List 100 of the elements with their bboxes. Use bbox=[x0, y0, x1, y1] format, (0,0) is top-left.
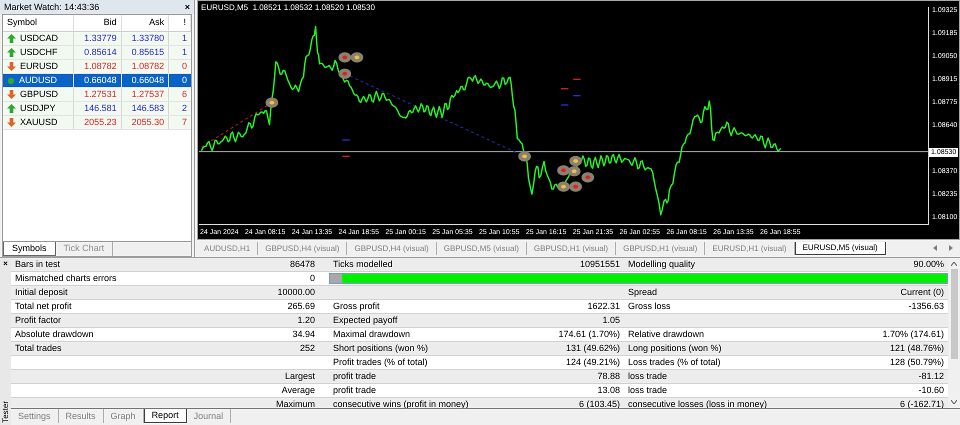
symbol-row[interactable]: XAUUSD 2055.23 2055.30 7 bbox=[3, 116, 191, 130]
stat-value: 1622.31 bbox=[587, 300, 620, 313]
stat-label: Maximal drawdown bbox=[333, 328, 410, 341]
trade-marker-icon bbox=[557, 165, 570, 176]
column-header[interactable]: Ask bbox=[122, 15, 170, 31]
bid-price: 2055.23 bbox=[74, 116, 122, 129]
trade-marker-icon bbox=[518, 151, 531, 162]
chart-title: EURUSD,M5 1.08521 1.08532 1.08520 1.08530 bbox=[201, 4, 375, 12]
stat-label: Gross profit bbox=[333, 300, 380, 313]
stat-value: 10000.00 bbox=[277, 286, 315, 299]
bid-price: 0.85614 bbox=[74, 46, 122, 59]
stat-value: 86478 bbox=[290, 258, 315, 271]
symbol-name: USDJPY bbox=[20, 102, 56, 115]
bid-price: 146.581 bbox=[74, 102, 122, 115]
ask-price: 1.08782 bbox=[122, 60, 170, 73]
stat-label: Total trades bbox=[15, 342, 62, 355]
ask-price: 0.66048 bbox=[122, 74, 170, 87]
chart-tab[interactable]: GBPUSD,H4 (visual) bbox=[347, 242, 437, 255]
stat-value: -1356.63 bbox=[908, 300, 944, 313]
stat-value: -10.60 bbox=[918, 384, 944, 397]
ask-price: 1.33780 bbox=[122, 32, 170, 45]
spread-value: 0 bbox=[180, 74, 188, 87]
stat-label: Short positions (won %) bbox=[333, 342, 428, 355]
symbol-name: USDCHF bbox=[20, 46, 58, 59]
symbol-row[interactable]: USDCAD 1.33779 1.33780 1 bbox=[3, 32, 191, 46]
symbol-name: USDCAD bbox=[20, 32, 58, 45]
symbol-row[interactable]: GBPUSD 1.27531 1.27537 6 bbox=[3, 88, 191, 102]
chart-tab[interactable]: EURUSD,M5 (visual) bbox=[794, 242, 886, 255]
spread-value: 6 bbox=[180, 88, 188, 101]
symbol-row[interactable]: USDCHF 0.85614 0.85615 1 bbox=[3, 46, 191, 60]
stat-label: Modelling quality bbox=[628, 258, 696, 271]
stat-label: Spread bbox=[628, 286, 658, 299]
stat-label: loss trade bbox=[628, 370, 668, 383]
scroll-down-icon[interactable] bbox=[951, 400, 957, 404]
trade-marker-icon bbox=[350, 52, 364, 63]
symbol-row[interactable]: AUDUSD 0.66048 0.66048 0 bbox=[3, 74, 191, 88]
stat-value: 1.20 bbox=[297, 314, 315, 327]
stat-value: 34.94 bbox=[292, 328, 315, 341]
stat-label: profit trade bbox=[333, 370, 376, 383]
spread-value: 2 bbox=[180, 102, 188, 115]
stat-label: Mismatched charts errors bbox=[15, 272, 117, 285]
column-header[interactable]: Bid bbox=[74, 15, 122, 31]
tester-tab[interactable]: Settings bbox=[11, 409, 59, 423]
bid-price: 1.27531 bbox=[74, 88, 122, 101]
symbol-row[interactable]: USDJPY 146.581 146.583 2 bbox=[3, 102, 191, 116]
bid-price: 1.33779 bbox=[74, 32, 122, 45]
stat-label: Long positions (won %) bbox=[628, 342, 722, 355]
stat-label: Gross loss bbox=[628, 300, 671, 313]
stat-label: Relative drawdown bbox=[628, 328, 704, 341]
chart-tab[interactable]: GBPUSD,M5 (visual) bbox=[436, 242, 527, 255]
spread-value: 1 bbox=[180, 46, 188, 59]
ask-price: 1.27537 bbox=[122, 88, 170, 101]
stat-value: Maximum bbox=[276, 398, 315, 408]
stat-value: 10951551 bbox=[580, 258, 620, 271]
scroll-up-icon[interactable] bbox=[951, 262, 957, 266]
trade-marker-icon bbox=[569, 182, 582, 192]
stat-value: 124 (49.21%) bbox=[566, 356, 620, 369]
stat-value: -81.12 bbox=[918, 370, 944, 383]
symbol-name: GBPUSD bbox=[20, 88, 58, 101]
scroll-right-icon[interactable] bbox=[948, 245, 954, 251]
stat-value: 90.00% bbox=[913, 258, 944, 271]
spread-value: 7 bbox=[180, 116, 188, 129]
stat-value: 78.88 bbox=[597, 370, 620, 383]
chart-area[interactable] bbox=[197, 0, 960, 240]
stat-value: 1.05 bbox=[602, 314, 620, 327]
symbol-name: XAUUSD bbox=[20, 116, 58, 129]
trade-marker-icon bbox=[338, 52, 352, 63]
chart-tab[interactable]: GBPUSD,H1 (visual) bbox=[616, 242, 706, 255]
stat-label: Ticks modelled bbox=[333, 258, 393, 271]
bid-price: 1.08782 bbox=[74, 60, 122, 73]
chart-tab[interactable]: GBPUSD,H1 (visual) bbox=[526, 242, 616, 255]
scroll-left-icon[interactable] bbox=[932, 245, 938, 251]
stat-value: 128 (50.79%) bbox=[890, 356, 944, 369]
tester-tab[interactable]: Report bbox=[144, 409, 187, 423]
column-header[interactable]: ! bbox=[169, 15, 192, 31]
column-header[interactable]: Symbol bbox=[3, 15, 74, 31]
close-button[interactable]: × bbox=[184, 2, 190, 12]
ask-price: 2055.30 bbox=[122, 116, 170, 129]
spread-value: 0 bbox=[180, 60, 188, 73]
stat-value: 13.08 bbox=[597, 384, 620, 397]
stat-value: Average bbox=[282, 384, 315, 397]
stat-value: 252 bbox=[300, 342, 315, 355]
panel-title: Market Watch: 14:43:36 bbox=[4, 2, 100, 12]
trade-marker-icon bbox=[266, 98, 278, 108]
panel-title: Tester bbox=[2, 401, 10, 423]
close-button[interactable]: × bbox=[3, 260, 8, 268]
stat-value: Largest bbox=[284, 370, 315, 383]
symbol-row[interactable]: EURUSD 1.08782 1.08782 0 bbox=[3, 60, 191, 74]
bid-price: 0.66048 bbox=[74, 74, 122, 87]
stat-value: 1.70% (174.61) bbox=[882, 328, 944, 341]
spread-value: 1 bbox=[180, 32, 188, 45]
trade-marker-icon bbox=[581, 172, 594, 182]
symbol-name: EURUSD bbox=[20, 60, 58, 73]
stat-label: Absolute drawdown bbox=[15, 328, 94, 341]
stat-value: Current (0) bbox=[900, 286, 944, 299]
chart-tab[interactable]: GBPUSD,H4 (visual) bbox=[258, 242, 348, 255]
tester-tab[interactable]: Results bbox=[58, 409, 104, 423]
panel-tab[interactable]: Symbols bbox=[3, 242, 56, 256]
stat-label: Expected payoff bbox=[333, 314, 398, 327]
symbol-name: AUDUSD bbox=[19, 74, 58, 87]
